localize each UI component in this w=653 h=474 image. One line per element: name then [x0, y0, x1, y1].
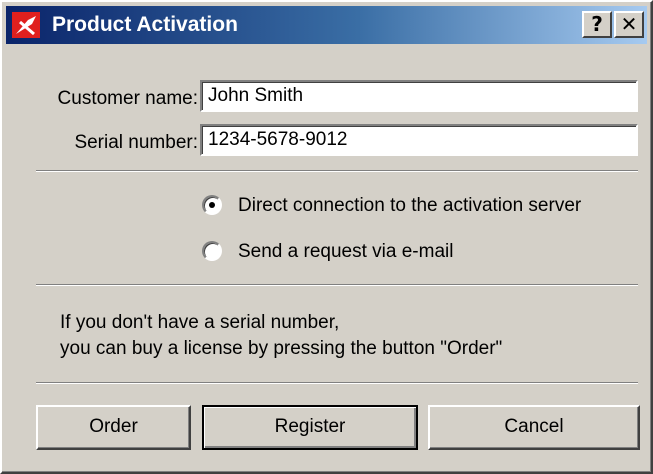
radio-button[interactable]	[202, 241, 222, 261]
customer-name-label: Customer name:	[57, 88, 198, 109]
separator	[36, 382, 638, 384]
radio-direct-connection-label: Direct connection to the activation serv…	[238, 195, 582, 216]
customer-name-input[interactable]: John Smith	[200, 80, 638, 112]
info-line-2: you can buy a license by pressing the bu…	[60, 338, 503, 359]
serial-number-input[interactable]: 1234-5678-9012	[200, 124, 638, 156]
app-logo-icon	[12, 12, 40, 38]
title-bar[interactable]: Product Activation ? ✕	[6, 6, 647, 44]
separator	[36, 170, 638, 172]
serial-number-label: Serial number:	[74, 132, 198, 153]
register-button[interactable]: Register	[202, 405, 418, 450]
order-button[interactable]: Order	[36, 405, 191, 450]
radio-email-request-label: Send a request via e-mail	[238, 241, 454, 262]
separator	[36, 284, 638, 286]
window-title: Product Activation	[52, 13, 238, 36]
close-button[interactable]: ✕	[614, 11, 644, 38]
product-activation-dialog: Product Activation ? ✕ Customer name: Jo…	[0, 0, 653, 474]
info-line-1: If you don't have a serial number,	[60, 312, 340, 333]
help-button[interactable]: ?	[582, 11, 612, 38]
radio-dot	[209, 202, 215, 208]
radio-button-selected[interactable]	[202, 195, 222, 215]
cancel-button[interactable]: Cancel	[428, 405, 640, 450]
